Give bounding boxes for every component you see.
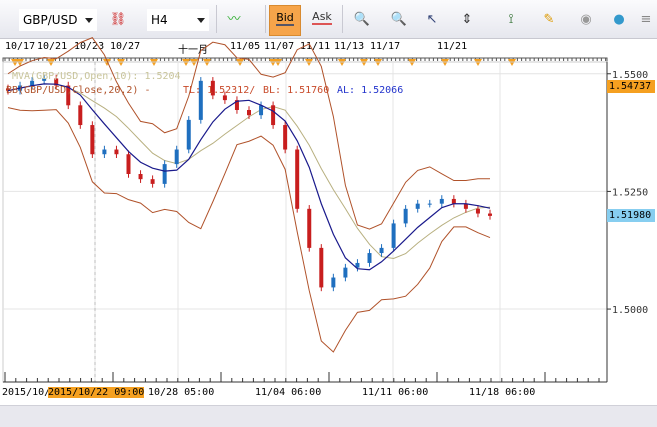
y-tick-label: 1.5250 — [612, 187, 648, 198]
candle — [379, 247, 384, 254]
candle — [102, 149, 107, 155]
candle — [439, 198, 444, 204]
candle — [403, 208, 408, 224]
candle — [78, 105, 83, 126]
candle — [319, 247, 324, 288]
y-tick-label: 1.5000 — [612, 305, 648, 316]
candle — [331, 277, 336, 288]
candle — [247, 110, 251, 116]
candle — [114, 149, 119, 155]
candle — [427, 203, 432, 205]
candle — [138, 174, 143, 180]
candle — [283, 125, 288, 150]
candle — [488, 213, 492, 216]
candle — [126, 154, 131, 174]
candle — [307, 208, 312, 248]
candle — [90, 125, 95, 155]
time-label: 11/18 06:00 — [469, 387, 536, 398]
candle — [295, 149, 300, 209]
bb-lower-band — [7, 107, 491, 353]
price-chart[interactable]: 1.55001.52501.5000 — [0, 0, 657, 405]
candle — [475, 208, 480, 214]
mva-legend: MVA(GBP/USD,Open,10): 1.5204 — [12, 71, 181, 82]
candle — [451, 198, 456, 204]
price-tag-high: 1.54737 — [607, 80, 655, 93]
plot-area — [2, 61, 608, 383]
candle — [162, 164, 167, 184]
bb-bottom-line: BL: 1.51760 — [263, 85, 330, 96]
bb-average-line: AL: 1.52066 — [337, 85, 404, 96]
candle — [343, 267, 348, 278]
bb-legend: BB(GBP/USD,Close,20,2) - — [6, 85, 151, 96]
candle — [186, 119, 191, 150]
status-bar — [0, 405, 657, 427]
time-label: 11/04 06:00 — [255, 387, 322, 398]
candle — [367, 253, 372, 263]
time-label: 2015/10/ — [2, 387, 51, 398]
candle — [259, 105, 264, 116]
time-label: 10/28 05:00 — [148, 387, 215, 398]
candle — [150, 179, 155, 184]
time-label: 11/11 06:00 — [362, 387, 429, 398]
candle — [174, 149, 179, 165]
candle — [222, 95, 227, 101]
candle — [415, 203, 420, 209]
bb-top-line: TL: 1.52312/ — [183, 85, 256, 96]
price-tag-current: 1.51980 — [607, 209, 655, 222]
crosshair-time-label: 2015/10/22 09:00 — [48, 387, 145, 398]
candle — [271, 105, 276, 126]
candle — [391, 223, 396, 248]
